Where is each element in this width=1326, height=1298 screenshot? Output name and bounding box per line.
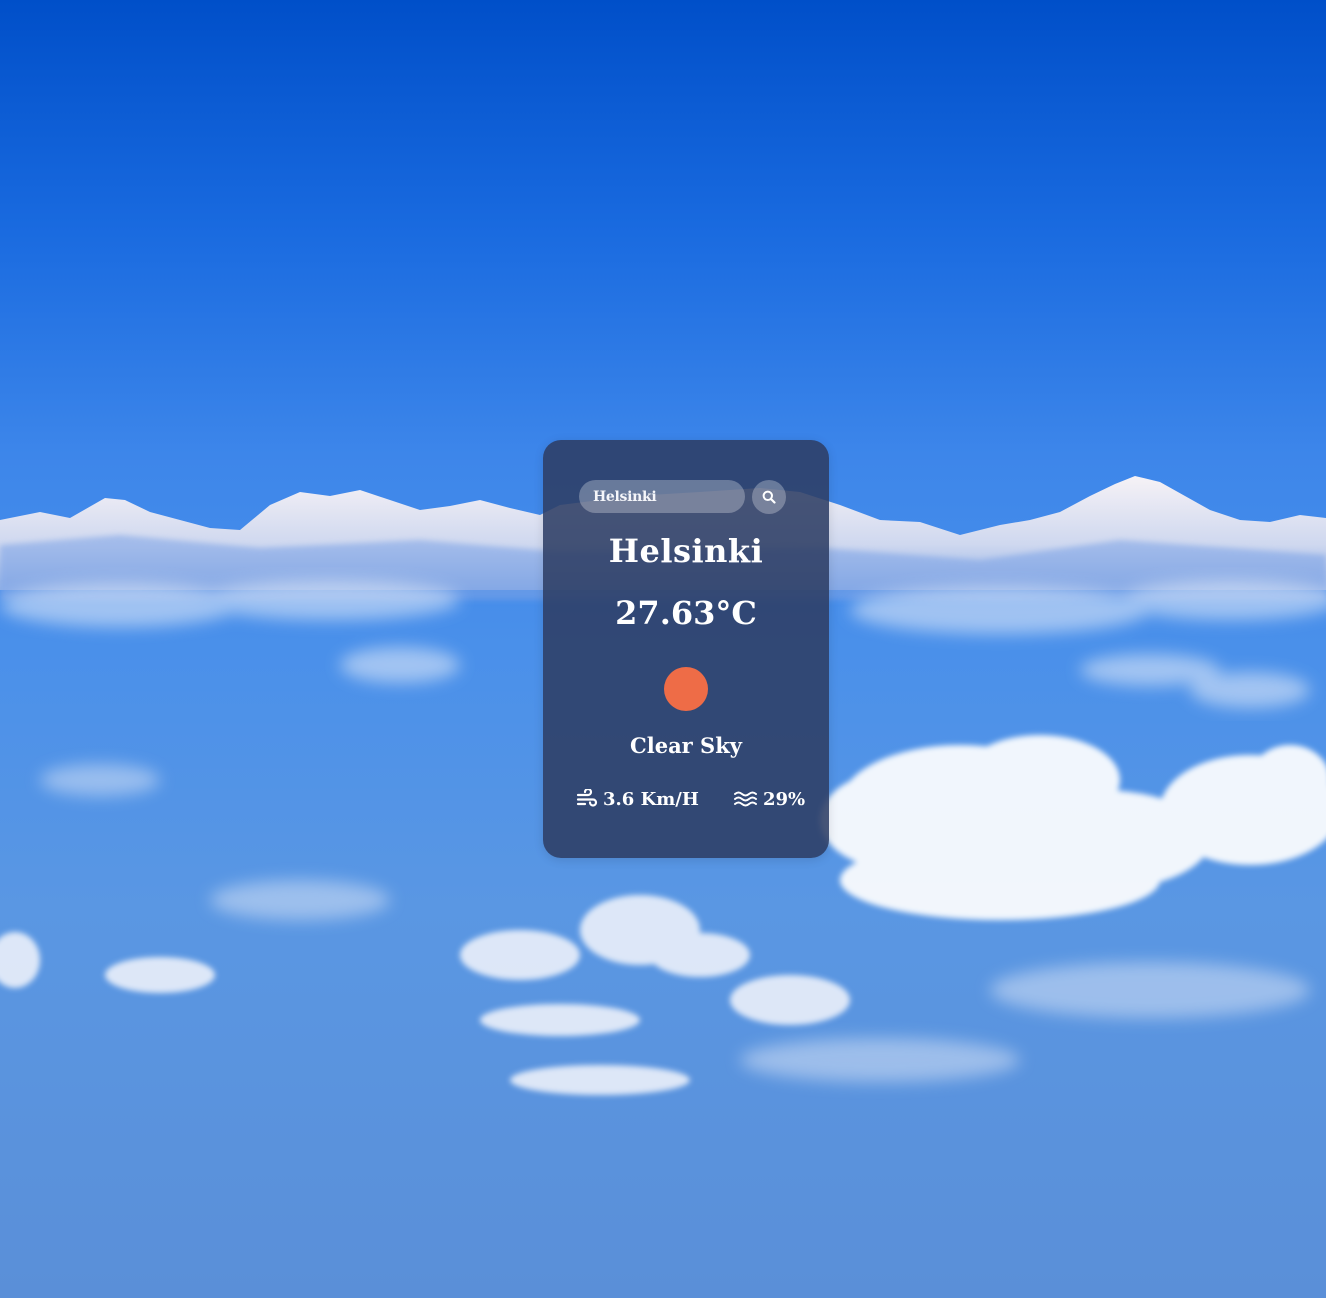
sun-icon: [664, 667, 708, 711]
temperature: 27.63°C: [615, 594, 757, 632]
weather-condition: Clear Sky: [630, 733, 742, 758]
humidity-value: 29%: [763, 788, 806, 810]
wind-speed: 3.6 Km/H: [576, 785, 699, 813]
search-bar: [579, 480, 793, 514]
search-button[interactable]: [752, 480, 786, 514]
wind-speed-value: 3.6 Km/H: [603, 788, 699, 810]
search-icon: [762, 490, 776, 504]
humidity: 29%: [734, 785, 805, 813]
wind-icon: [576, 789, 598, 807]
weather-card: Helsinki 27.63°C Clear Sky 3.6 Km/H 29%: [543, 440, 829, 858]
humidity-icon: [734, 791, 757, 807]
weather-details: 3.6 Km/H 29%: [543, 785, 829, 813]
search-input[interactable]: [579, 480, 745, 513]
city-name: Helsinki: [608, 532, 764, 570]
